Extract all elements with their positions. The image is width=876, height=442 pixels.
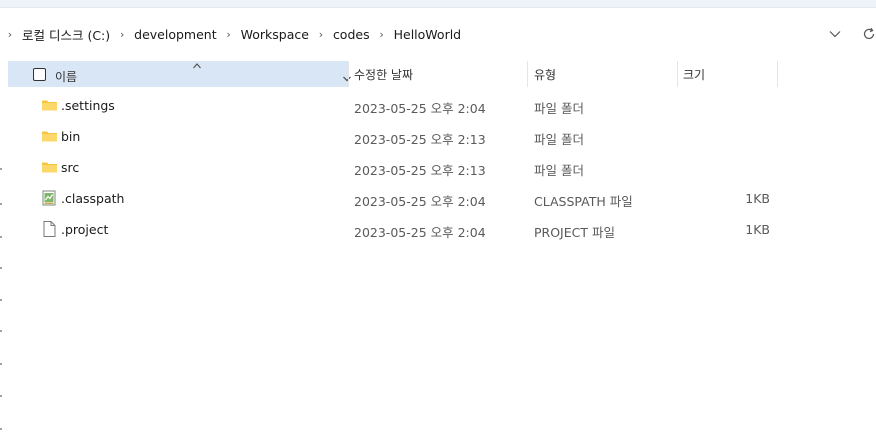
file-type: 파일 폴더	[534, 132, 584, 147]
column-divider[interactable]	[527, 61, 528, 87]
folder-icon	[41, 159, 58, 175]
breadcrumb-workspace[interactable]: Workspace	[241, 27, 309, 42]
chevron-right-icon[interactable]: ›	[224, 28, 234, 41]
breadcrumb-helloworld[interactable]: HelloWorld	[394, 27, 462, 42]
document-icon	[41, 221, 58, 237]
file-type: 파일 폴더	[534, 163, 584, 178]
file-name: src	[61, 160, 80, 175]
chevron-right-icon[interactable]: ›	[5, 28, 15, 41]
file-size: 1KB	[745, 222, 770, 237]
column-name-header[interactable]: 이름	[8, 61, 351, 87]
list-item[interactable]: .settings 2023-05-25 오후 2:04 파일 폴더	[8, 90, 778, 121]
folder-icon	[41, 97, 58, 113]
file-name: .settings	[61, 98, 115, 113]
column-divider[interactable]	[348, 61, 349, 87]
breadcrumb-codes[interactable]: codes	[333, 27, 370, 42]
list-item[interactable]: bin 2023-05-25 오후 2:13 파일 폴더	[8, 121, 778, 152]
column-name-label: 이름	[55, 70, 78, 84]
file-date-modified: 2023-05-25 오후 2:04	[354, 225, 486, 240]
column-type-header[interactable]: 유형	[534, 66, 556, 83]
file-name: bin	[61, 129, 81, 144]
column-date-modified-header[interactable]: 수정한 날짜	[354, 66, 413, 83]
column-header: 이름 수정한 날짜 유형 크기	[0, 59, 876, 87]
file-date-modified: 2023-05-25 오후 2:04	[354, 194, 486, 209]
chevron-right-icon[interactable]: ›	[316, 28, 326, 41]
file-date-modified: 2023-05-25 오후 2:04	[354, 101, 486, 116]
file-type: CLASSPATH 파일	[534, 194, 633, 209]
sort-ascending-icon	[192, 55, 202, 69]
column-divider[interactable]	[777, 61, 778, 87]
chevron-right-icon[interactable]: ›	[117, 28, 127, 41]
breadcrumb: › 로컬 디스크 (C:) › development › Workspace …	[0, 18, 876, 50]
file-size: 1KB	[745, 191, 770, 206]
file-type: 파일 폴더	[534, 101, 584, 116]
chevron-down-icon[interactable]	[828, 27, 842, 41]
file-name: .project	[61, 222, 109, 237]
file-type: PROJECT 파일	[534, 225, 615, 240]
column-filter-chevron-icon[interactable]	[342, 69, 352, 82]
classpath-file-icon	[41, 190, 58, 206]
list-item[interactable]: src 2023-05-25 오후 2:13 파일 폴더	[8, 152, 778, 183]
breadcrumb-local-disk[interactable]: 로컬 디스크 (C:)	[22, 25, 110, 44]
folder-icon	[41, 128, 58, 144]
column-size-header[interactable]: 크기	[683, 66, 705, 83]
toolbar-strip	[0, 0, 876, 8]
file-name: .classpath	[61, 191, 125, 206]
list-item[interactable]: .classpath 2023-05-25 오후 2:04 CLASSPATH …	[8, 183, 778, 214]
refresh-icon[interactable]	[862, 27, 876, 41]
column-divider[interactable]	[677, 61, 678, 87]
list-item[interactable]: .project 2023-05-25 오후 2:04 PROJECT 파일 1…	[8, 214, 778, 245]
select-all-checkbox[interactable]	[33, 68, 46, 81]
file-date-modified: 2023-05-25 오후 2:13	[354, 163, 486, 178]
file-date-modified: 2023-05-25 오후 2:13	[354, 132, 486, 147]
breadcrumb-development[interactable]: development	[134, 27, 216, 42]
chevron-right-icon[interactable]: ›	[377, 28, 387, 41]
